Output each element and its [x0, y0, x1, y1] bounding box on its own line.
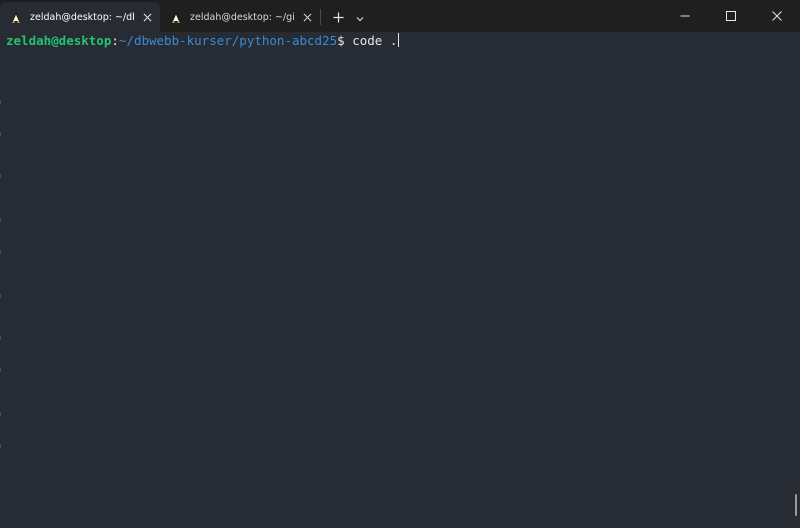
text-cursor — [398, 33, 400, 47]
plus-icon — [333, 8, 344, 27]
prompt-path: ~/dbwebb-kurser/python-abcd25 — [118, 33, 338, 48]
edge-mark — [0, 100, 1, 104]
edge-mark — [0, 294, 1, 298]
maximize-icon — [726, 6, 736, 25]
command-text: code . — [344, 33, 398, 48]
close-icon[interactable] — [140, 10, 154, 24]
linux-penguin-icon — [10, 11, 22, 23]
minimize-button[interactable] — [662, 0, 708, 30]
edge-mark — [0, 250, 1, 254]
maximize-button[interactable] — [708, 0, 754, 30]
tab-divider — [320, 9, 321, 25]
terminal-content[interactable]: zeldah@desktop:~/dbwebb-kurser/python-ab… — [0, 32, 800, 528]
chevron-down-icon — [356, 8, 364, 27]
tab-2[interactable]: zeldah@desktop: ~/git/dbwebb — [160, 2, 320, 32]
prompt-line: zeldah@desktop:~/dbwebb-kurser/python-ab… — [6, 33, 400, 49]
edge-mark — [0, 444, 1, 448]
prompt-separator: : — [111, 33, 119, 48]
tab-dropdown-button[interactable] — [351, 2, 369, 32]
close-window-button[interactable] — [754, 0, 800, 30]
edge-mark — [0, 174, 1, 178]
edge-mark — [0, 132, 1, 136]
tab-title: zeldah@desktop: ~/git/dbwebb — [190, 11, 294, 23]
linux-penguin-icon — [170, 11, 182, 23]
prompt-user-host: zeldah@desktop — [6, 33, 112, 48]
scrollbar-thumb[interactable] — [795, 494, 797, 516]
edge-mark — [0, 218, 1, 222]
tab-title: zeldah@desktop: ~/dbwebb-k — [30, 11, 134, 23]
tab-1[interactable]: zeldah@desktop: ~/dbwebb-k — [0, 2, 160, 32]
title-bar: zeldah@desktop: ~/dbwebb-k zeldah@deskto… — [0, 0, 800, 32]
new-tab-button[interactable] — [325, 2, 351, 32]
edge-mark — [0, 368, 1, 372]
prompt-symbol: $ — [337, 33, 345, 48]
minimize-icon — [680, 6, 690, 25]
terminal-window: zeldah@desktop: ~/dbwebb-k zeldah@deskto… — [0, 0, 800, 528]
edge-mark — [0, 336, 1, 340]
edge-mark — [0, 412, 1, 416]
close-icon — [772, 6, 782, 25]
window-controls — [662, 0, 800, 30]
close-icon[interactable] — [300, 10, 314, 24]
